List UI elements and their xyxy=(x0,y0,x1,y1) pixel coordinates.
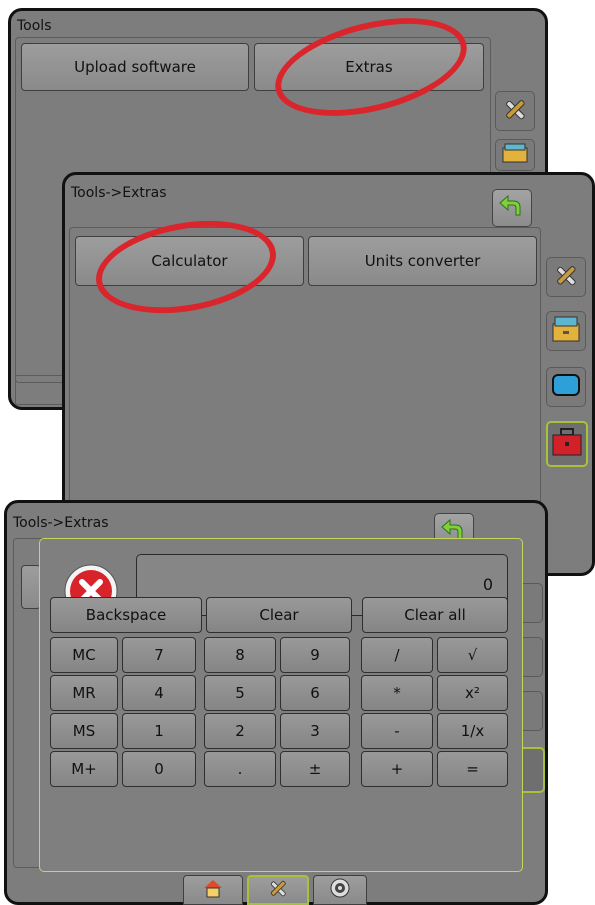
calc-key[interactable]: √ xyxy=(437,637,508,673)
key-label: . xyxy=(237,760,243,778)
key-clear-all[interactable]: Clear all xyxy=(362,597,508,633)
back-arrow-icon xyxy=(498,193,526,223)
breadcrumb: Tools->Extras xyxy=(71,185,167,201)
calculator-dialog: 0 Backspace Clear Clear all MC 7 8 9 / √ MR 4 5 6 * x²… xyxy=(39,538,523,872)
tab-upload-software[interactable]: Upload software xyxy=(21,43,249,91)
calc-key[interactable]: 6 xyxy=(280,675,350,711)
units-converter-button[interactable]: Units converter xyxy=(308,236,537,286)
tools-icon xyxy=(265,876,291,904)
calc-key[interactable]: 2 xyxy=(204,713,276,749)
calc-key[interactable]: . xyxy=(204,751,276,787)
key-label: 8 xyxy=(235,646,245,664)
key-label: M+ xyxy=(71,760,97,778)
calc-key[interactable]: MC xyxy=(50,637,118,673)
back-button[interactable] xyxy=(492,189,532,227)
calc-key[interactable]: 4 xyxy=(122,675,196,711)
sidebar-console[interactable] xyxy=(495,139,535,171)
key-label: 2 xyxy=(235,722,245,740)
calc-key[interactable]: / xyxy=(361,637,433,673)
display-icon xyxy=(551,372,581,402)
calc-key[interactable]: 5 xyxy=(204,675,276,711)
tab-label: Upload software xyxy=(74,58,196,76)
calculator-screen: Tools->Extras 0 Backspace Clear Clear all M… xyxy=(4,500,548,905)
calc-key[interactable]: - xyxy=(361,713,433,749)
button-label: Units converter xyxy=(364,252,481,270)
key-label: 0 xyxy=(154,760,164,778)
key-label: MR xyxy=(72,684,96,702)
breadcrumb: Tools->Extras xyxy=(13,515,109,531)
key-label: 3 xyxy=(310,722,320,740)
display-value: 0 xyxy=(482,575,493,594)
toolbox-icon xyxy=(551,427,583,461)
gps-icon xyxy=(329,877,351,903)
calc-key[interactable]: ± xyxy=(280,751,350,787)
key-label: Clear all xyxy=(404,606,466,624)
key-label: + xyxy=(390,760,404,778)
console-icon xyxy=(551,315,581,347)
key-label: 9 xyxy=(310,646,320,664)
key-label: x² xyxy=(465,684,480,702)
calc-key[interactable]: MR xyxy=(50,675,118,711)
sidebar-display[interactable] xyxy=(546,367,586,407)
key-label: - xyxy=(394,722,400,740)
calc-key[interactable]: MS xyxy=(50,713,118,749)
key-label: * xyxy=(393,684,401,702)
calc-key[interactable]: + xyxy=(361,751,433,787)
nav-gps[interactable] xyxy=(313,875,367,905)
sidebar-console[interactable] xyxy=(546,311,586,351)
key-label: Clear xyxy=(259,606,299,624)
key-label: MS xyxy=(72,722,96,740)
bottom-nav xyxy=(177,873,367,905)
key-label: 1/x xyxy=(460,722,485,740)
key-label: 6 xyxy=(310,684,320,702)
key-label: MC xyxy=(72,646,96,664)
key-label: Backspace xyxy=(85,606,167,624)
tools-icon xyxy=(500,94,530,128)
key-backspace[interactable]: Backspace xyxy=(50,597,202,633)
key-label: ± xyxy=(308,760,322,778)
key-clear[interactable]: Clear xyxy=(206,597,352,633)
calc-key[interactable]: M+ xyxy=(50,751,118,787)
calc-key[interactable]: 7 xyxy=(122,637,196,673)
sidebar-tools[interactable] xyxy=(546,257,586,297)
calc-key[interactable]: 8 xyxy=(204,637,276,673)
key-label: / xyxy=(394,646,400,664)
calc-key[interactable]: = xyxy=(437,751,508,787)
key-label: 5 xyxy=(235,684,245,702)
home-icon xyxy=(202,878,224,902)
breadcrumb: Tools xyxy=(17,18,52,34)
key-label: 1 xyxy=(154,722,164,740)
nav-home[interactable] xyxy=(183,875,243,905)
key-label: 4 xyxy=(154,684,164,702)
calc-key[interactable]: 9 xyxy=(280,637,350,673)
sidebar-tools[interactable] xyxy=(495,91,535,131)
tools-icon xyxy=(551,260,581,294)
calc-key[interactable]: x² xyxy=(437,675,508,711)
key-label: 7 xyxy=(154,646,164,664)
sidebar-toolbox[interactable] xyxy=(546,421,588,467)
key-label: = xyxy=(466,760,479,778)
calc-key[interactable]: 0 xyxy=(122,751,196,787)
calc-key[interactable]: 1 xyxy=(122,713,196,749)
calc-key[interactable]: * xyxy=(361,675,433,711)
nav-tools[interactable] xyxy=(247,875,309,905)
key-label: √ xyxy=(467,646,478,664)
calc-key[interactable]: 3 xyxy=(280,713,350,749)
background-button xyxy=(21,565,41,609)
calc-key[interactable]: 1/x xyxy=(437,713,508,749)
console-icon xyxy=(501,142,529,168)
